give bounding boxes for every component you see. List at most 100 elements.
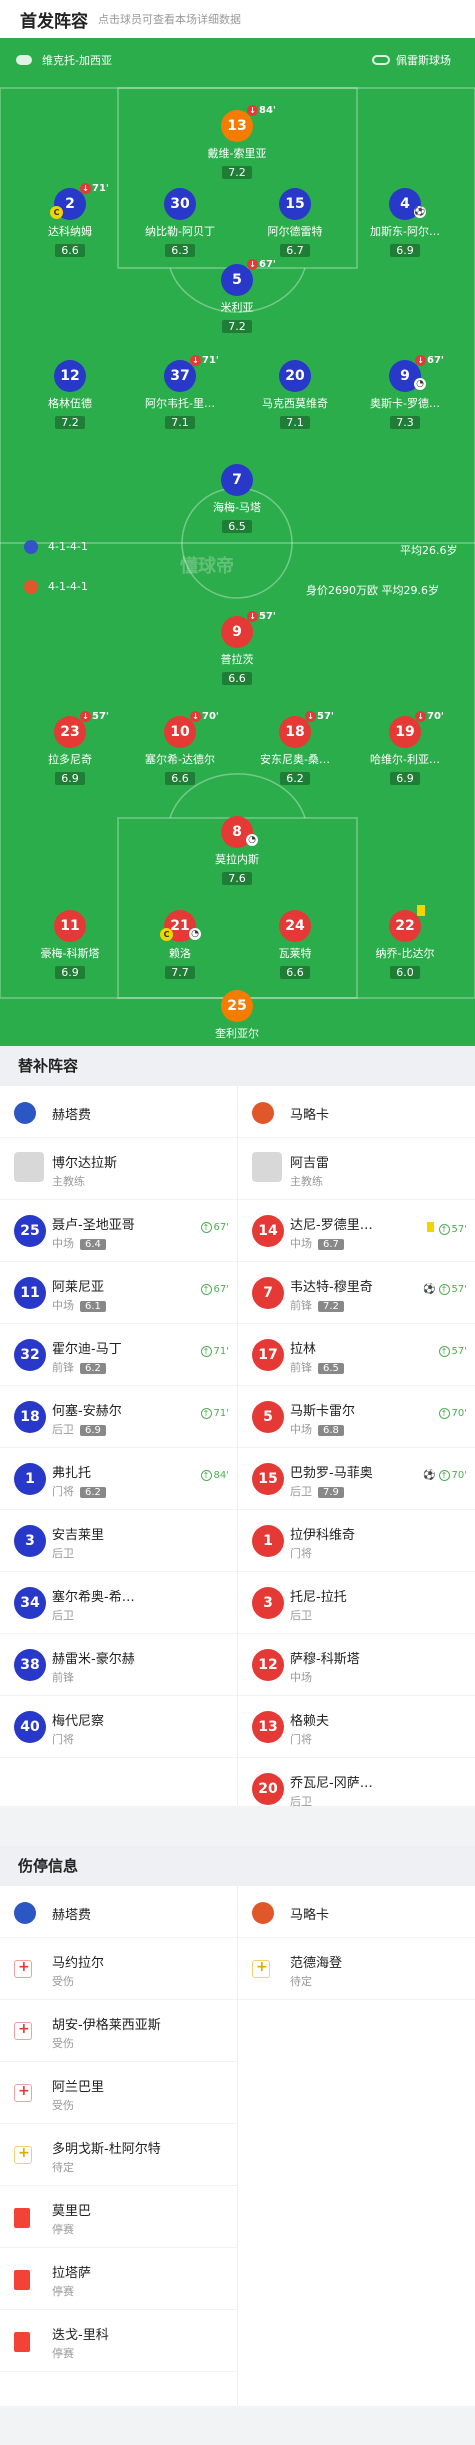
away-player[interactable]: 22 纳乔-比达尔 6.0 bbox=[360, 905, 450, 980]
player-position: 门将 bbox=[290, 1733, 312, 1746]
home-player[interactable]: 37 ↓ 71' 阿尔韦托-里… 7.1 bbox=[135, 355, 225, 430]
player-rating: 6.5 bbox=[318, 1363, 344, 1374]
away-team-row[interactable]: 马略卡 bbox=[238, 1886, 475, 1938]
home-player[interactable]: 4 ⚽ 加斯东-阿尔… 6.9 bbox=[360, 188, 450, 258]
home-player[interactable]: 2 ↓ 71' C 达科纳姆 6.6 bbox=[25, 183, 115, 258]
home-player[interactable]: 13 ↓ 84' 戴维-索里亚 7.2 bbox=[192, 105, 282, 180]
home-player[interactable]: 7 海梅-马塔 6.5 bbox=[192, 464, 282, 534]
player-number: 32 bbox=[14, 1339, 46, 1371]
home-team-row[interactable]: 赫塔费 bbox=[0, 1086, 237, 1138]
captain-icon: C bbox=[160, 928, 173, 941]
home-player[interactable]: 15 阿尔德雷特 6.7 bbox=[250, 188, 340, 258]
sub-off-icon: ↓ 57' bbox=[305, 710, 334, 724]
home-player[interactable]: 20 马克西莫维奇 7.1 bbox=[250, 360, 340, 430]
sub-on-icon: ↑ bbox=[200, 1346, 212, 1357]
player-rating: 6.6 bbox=[165, 772, 195, 785]
player-rating: 6.9 bbox=[390, 772, 420, 785]
player-number: 37 ↓ 71' bbox=[164, 355, 219, 392]
away-player[interactable]: 18 ↓ 57' 安东尼奥-桑… 6.2 bbox=[250, 711, 340, 786]
sub-row[interactable]: 11 阿莱尼亚 中场 6.1 ↑ 67' bbox=[0, 1262, 237, 1324]
sub-row[interactable]: 20 乔瓦尼-冈萨… 后卫 bbox=[238, 1758, 475, 1820]
sub-off-icon: ↓ 57' bbox=[247, 610, 276, 624]
injury-row[interactable]: 范德海登待定 bbox=[238, 1938, 475, 2000]
player-name: 托尼-拉托 bbox=[290, 1590, 347, 1605]
away-player[interactable]: 23 ↓ 57' 拉多尼奇 6.9 bbox=[25, 711, 115, 786]
player-name: 多明戈斯-杜阿尔特 bbox=[52, 2142, 161, 2157]
player-name: 纳比勒-阿贝丁 bbox=[145, 225, 215, 238]
injury-row[interactable]: 莫里巴 停赛 bbox=[0, 2186, 237, 2248]
injury-row[interactable]: 迭戈-里科 停赛 bbox=[0, 2310, 237, 2372]
player-number: 18 ↓ 57' bbox=[279, 711, 334, 748]
away-player[interactable]: 10 ↓ 70' 塞尔希-达德尔 6.6 bbox=[135, 711, 225, 786]
player-number: 40 bbox=[14, 1711, 46, 1743]
player-name: 乔瓦尼-冈萨… bbox=[290, 1776, 373, 1791]
sub-off-icon: ↓ 70' bbox=[415, 710, 444, 724]
injury-row[interactable]: 马约拉尔受伤 bbox=[0, 1938, 237, 2000]
player-number: 13 bbox=[252, 1711, 284, 1743]
team-logo-icon bbox=[24, 580, 38, 594]
captain-icon: C bbox=[50, 206, 63, 219]
sub-row[interactable]: 1 拉伊科维奇 门将 bbox=[238, 1510, 475, 1572]
player-name: 米利亚 bbox=[220, 301, 254, 314]
injury-row[interactable]: 拉塔萨 停赛 bbox=[0, 2248, 237, 2310]
sub-row[interactable]: 18 何塞-安赫尔 后卫 6.9 ↑ 71' bbox=[0, 1386, 237, 1448]
home-player[interactable]: 5 ↓ 67' 米利亚 7.2 bbox=[192, 259, 282, 334]
away-player[interactable]: 25奎利亚尔7.3 bbox=[192, 990, 282, 1046]
player-name: 塞尔希奥-希… bbox=[52, 1590, 135, 1605]
away-player[interactable]: 11 豪梅-科斯塔 6.9 bbox=[25, 910, 115, 980]
away-team-row[interactable]: 马略卡 bbox=[238, 1086, 475, 1138]
sub-row[interactable]: 12 萨穆-科斯塔 中场 bbox=[238, 1634, 475, 1696]
sub-row[interactable]: 14 达尼-罗德里… 中场 6.7 ↑ 57' bbox=[238, 1200, 475, 1262]
sub-row[interactable]: 38 赫雷米-豪尔赫 前锋 bbox=[0, 1634, 237, 1696]
away-player[interactable]: 24 瓦莱特 6.6 bbox=[250, 910, 340, 980]
sub-row[interactable]: 7 韦达特-穆里奇 前锋 7.2 ⚽ ↑ 57' bbox=[238, 1262, 475, 1324]
player-rating: 7.1 bbox=[280, 416, 310, 429]
player-name: 加斯东-阿尔… bbox=[370, 225, 440, 238]
player-number: 13 ↓ 84' bbox=[221, 105, 276, 142]
ball-icon: ◔ bbox=[414, 378, 426, 390]
player-name: 奎利亚尔 bbox=[215, 1027, 259, 1040]
player-rating: 6.6 bbox=[222, 672, 252, 685]
player-name: 聂卢-圣地亚哥 bbox=[52, 1218, 135, 1233]
sub-row[interactable]: 34 塞尔希奥-希… 后卫 bbox=[0, 1572, 237, 1634]
sub-row[interactable]: 25 聂卢-圣地亚哥 中场 6.4 ↑ 67' bbox=[0, 1200, 237, 1262]
player-name: 戴维-索里亚 bbox=[207, 147, 267, 160]
team-logo-icon bbox=[24, 540, 38, 554]
stadium-name: 佩雷斯球场 bbox=[396, 54, 451, 67]
sub-row[interactable]: 32 霍尔迪-马丁 前锋 6.2 ↑ 71' bbox=[0, 1324, 237, 1386]
home-coach-row[interactable]: 博尔达拉斯 主教练 bbox=[0, 1138, 237, 1200]
player-rating: 7.2 bbox=[222, 166, 252, 179]
away-player[interactable]: 21 C ◔ 赖洛 7.7 bbox=[135, 910, 225, 980]
away-player[interactable]: 8 ◔ 莫拉内斯 7.6 bbox=[192, 816, 282, 886]
away-player[interactable]: 19 ↓ 70' 哈维尔-利亚… 6.9 bbox=[360, 711, 450, 786]
injury-row[interactable]: 阿兰巴里受伤 bbox=[0, 2062, 237, 2124]
sub-row[interactable]: 40 梅代尼察 门将 bbox=[0, 1696, 237, 1758]
home-team-row[interactable]: 赫塔费 bbox=[0, 1886, 237, 1938]
player-number: 25 bbox=[14, 1215, 46, 1247]
player-number: 8 ◔ bbox=[221, 816, 258, 848]
sub-row[interactable]: 13 格赖夫 门将 bbox=[238, 1696, 475, 1758]
sub-off-icon: ↓ 84' bbox=[247, 104, 276, 118]
sub-row[interactable]: 1 弗扎托 门将 6.2 ↑ 84' bbox=[0, 1448, 237, 1510]
player-rating: 6.9 bbox=[55, 772, 85, 785]
player-rating: 7.2 bbox=[55, 416, 85, 429]
injury-row[interactable]: 多明戈斯-杜阿尔特待定 bbox=[0, 2124, 237, 2186]
injuries-section: 赫塔费 马约拉尔受伤胡安-伊格莱西亚斯受伤阿兰巴里受伤多明戈斯-杜阿尔特待定莫里… bbox=[0, 1886, 475, 2406]
player-name: 马斯卡雷尔 bbox=[290, 1404, 356, 1419]
sub-row[interactable]: 3 安吉莱里 后卫 bbox=[0, 1510, 237, 1572]
away-coach-row[interactable]: 阿吉雷 主教练 bbox=[238, 1138, 475, 1200]
sub-row[interactable]: 5 马斯卡雷尔 中场 6.8 ↑ 70' bbox=[238, 1386, 475, 1448]
player-name: 达科纳姆 bbox=[48, 225, 92, 238]
away-player[interactable]: 9 ↓ 57' 普拉茨 6.6 bbox=[192, 611, 282, 686]
sub-on-icon: ↑ bbox=[200, 1222, 212, 1233]
home-player[interactable]: 9 ↓ 67' ◔ 奥斯卡-罗德… 7.3 bbox=[360, 355, 450, 430]
injury-row[interactable]: 胡安-伊格莱西亚斯受伤 bbox=[0, 2000, 237, 2062]
sub-row[interactable]: 17 拉林 前锋 6.5 ↑ 57' bbox=[238, 1324, 475, 1386]
player-number: 20 bbox=[279, 360, 311, 392]
sub-row[interactable]: 15 巴勃罗-马菲奥 后卫 7.9 ⚽ ↑ 70' bbox=[238, 1448, 475, 1510]
player-name: 瓦莱特 bbox=[278, 947, 312, 960]
home-player[interactable]: 30 纳比勒-阿贝丁 6.3 bbox=[135, 188, 225, 258]
sub-row[interactable]: 3 托尼-拉托 后卫 bbox=[238, 1572, 475, 1634]
home-player[interactable]: 12 格林伍德 7.2 bbox=[25, 360, 115, 430]
player-number: 30 bbox=[164, 188, 196, 220]
